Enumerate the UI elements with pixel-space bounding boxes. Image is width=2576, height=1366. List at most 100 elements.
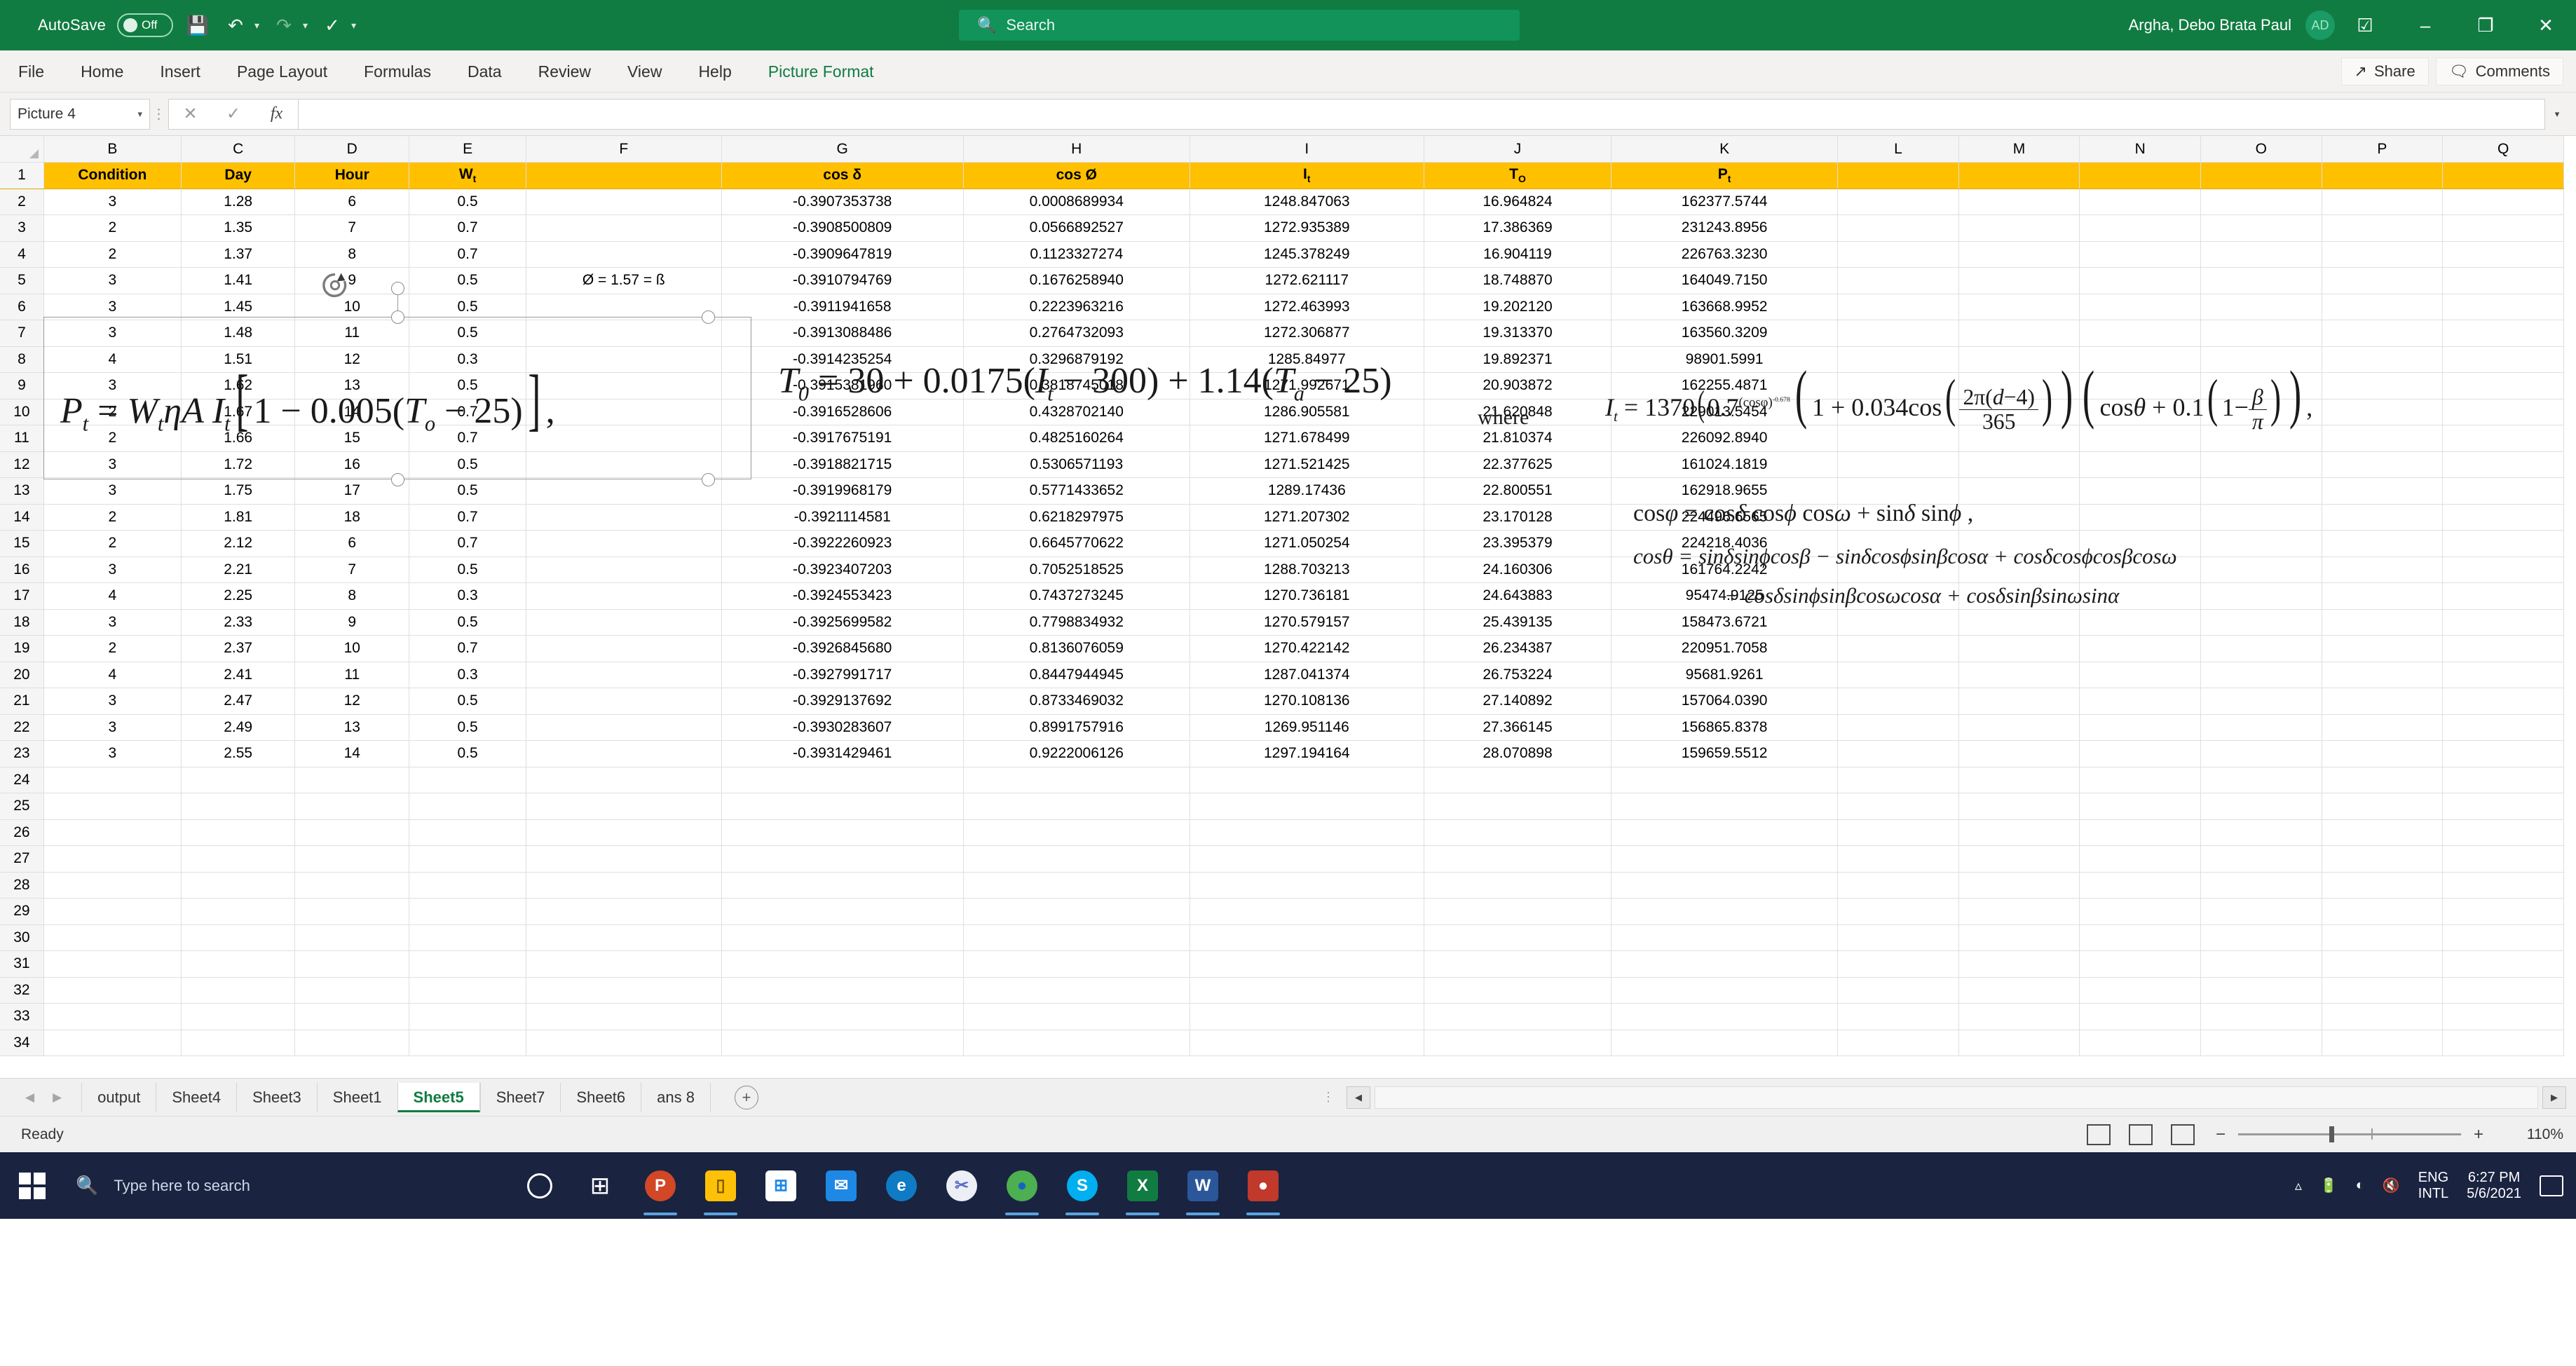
cell-M26[interactable] xyxy=(1958,819,2080,846)
cell-M5[interactable] xyxy=(1958,268,2080,294)
cell-H29[interactable] xyxy=(963,899,1190,925)
cell-P33[interactable] xyxy=(2322,1004,2443,1030)
cell-N24[interactable] xyxy=(2080,767,2201,793)
cell-G21[interactable]: -0.3929137692 xyxy=(721,688,963,715)
cell-Q8[interactable] xyxy=(2443,346,2564,373)
cell-H24[interactable] xyxy=(963,767,1190,793)
cell-C15[interactable]: 2.12 xyxy=(181,531,295,557)
cell-E3[interactable]: 0.7 xyxy=(409,215,526,242)
row-header[interactable]: 18 xyxy=(0,609,43,636)
tab-data[interactable]: Data xyxy=(449,50,520,93)
page-layout-view-icon[interactable] xyxy=(2129,1124,2153,1145)
cell-Q18[interactable] xyxy=(2443,609,2564,636)
row-header[interactable]: 25 xyxy=(0,793,43,820)
cell-G14[interactable]: -0.3921114581 xyxy=(721,504,963,531)
cell-N12[interactable] xyxy=(2080,451,2201,478)
tab-picture-format[interactable]: Picture Format xyxy=(750,50,892,93)
cell-M19[interactable] xyxy=(1958,636,2080,662)
header-cell-O1[interactable] xyxy=(2200,163,2322,189)
sheet-tab-sheet7[interactable]: Sheet7 xyxy=(480,1083,561,1112)
cell-O7[interactable] xyxy=(2200,320,2322,347)
cell-C17[interactable]: 2.25 xyxy=(181,583,295,610)
row-header[interactable]: 2 xyxy=(0,189,43,215)
spreadsheet-grid[interactable]: B C D E F G H I J K L M N O P Q 1Conditi… xyxy=(0,136,2576,1078)
table-row[interactable]: 29 xyxy=(0,899,2564,925)
cell-C34[interactable] xyxy=(181,1030,295,1056)
cell-B32[interactable] xyxy=(43,977,181,1004)
zoom-in-button[interactable]: + xyxy=(2471,1125,2486,1145)
col-header-J[interactable]: J xyxy=(1424,136,1611,163)
cell-H33[interactable] xyxy=(963,1004,1190,1030)
cell-B15[interactable]: 2 xyxy=(43,531,181,557)
cell-D26[interactable] xyxy=(295,819,409,846)
cell-J21[interactable]: 27.140892 xyxy=(1424,688,1611,715)
cell-J9[interactable]: 20.903872 xyxy=(1424,373,1611,399)
cell-L28[interactable] xyxy=(1838,872,1959,899)
row-header[interactable]: 29 xyxy=(0,899,43,925)
row-header[interactable]: 17 xyxy=(0,583,43,610)
task-view-icon[interactable]: ⊞ xyxy=(580,1166,620,1206)
cell-E29[interactable] xyxy=(409,899,526,925)
table-row[interactable]: 25 xyxy=(0,793,2564,820)
cell-G29[interactable] xyxy=(721,899,963,925)
cell-B5[interactable]: 3 xyxy=(43,268,181,294)
cell-F17[interactable] xyxy=(526,583,721,610)
cell-O14[interactable] xyxy=(2200,504,2322,531)
cell-B2[interactable]: 3 xyxy=(43,189,181,215)
cell-J17[interactable]: 24.643883 xyxy=(1424,583,1611,610)
cell-L7[interactable] xyxy=(1838,320,1959,347)
cell-O17[interactable] xyxy=(2200,583,2322,610)
cell-M2[interactable] xyxy=(1958,189,2080,215)
resize-handle-bottom-middle[interactable] xyxy=(391,473,404,486)
cell-E28[interactable] xyxy=(409,872,526,899)
cell-M3[interactable] xyxy=(1958,215,2080,242)
cell-O20[interactable] xyxy=(2200,662,2322,688)
cell-F34[interactable] xyxy=(526,1030,721,1056)
cell-G31[interactable] xyxy=(721,951,963,978)
scrollbar-split-handle[interactable]: ⋮ xyxy=(1315,1090,1342,1105)
taskbar-search-box[interactable]: 🔍 Type here to search xyxy=(64,1175,499,1196)
cell-E13[interactable]: 0.5 xyxy=(409,478,526,505)
cell-C16[interactable]: 2.21 xyxy=(181,556,295,583)
row-header[interactable]: 15 xyxy=(0,531,43,557)
cell-Q19[interactable] xyxy=(2443,636,2564,662)
row-header[interactable]: 32 xyxy=(0,977,43,1004)
cell-F29[interactable] xyxy=(526,899,721,925)
cell-N18[interactable] xyxy=(2080,609,2201,636)
cell-P15[interactable] xyxy=(2322,531,2443,557)
cell-M13[interactable] xyxy=(1958,478,2080,505)
cell-F10[interactable] xyxy=(526,399,721,425)
row-header[interactable]: 4 xyxy=(0,241,43,268)
cell-O2[interactable] xyxy=(2200,189,2322,215)
row-header[interactable]: 19 xyxy=(0,636,43,662)
header-cell-C1[interactable]: Day xyxy=(181,163,295,189)
cell-N21[interactable] xyxy=(2080,688,2201,715)
cell-B20[interactable]: 4 xyxy=(43,662,181,688)
cell-I32[interactable] xyxy=(1190,977,1424,1004)
row-header[interactable]: 7 xyxy=(0,320,43,347)
cell-I21[interactable]: 1270.108136 xyxy=(1190,688,1424,715)
cell-D24[interactable] xyxy=(295,767,409,793)
cell-J18[interactable]: 25.439135 xyxy=(1424,609,1611,636)
cell-E20[interactable]: 0.3 xyxy=(409,662,526,688)
header-cell-G1[interactable]: cos δ xyxy=(721,163,963,189)
sheet-tab-sheet3[interactable]: Sheet3 xyxy=(236,1083,317,1112)
cell-Q30[interactable] xyxy=(2443,924,2564,951)
cell-D4[interactable]: 8 xyxy=(295,241,409,268)
table-row[interactable]: 33 xyxy=(0,1004,2564,1030)
row-header[interactable]: 22 xyxy=(0,714,43,741)
cell-L6[interactable] xyxy=(1838,294,1959,320)
cell-I2[interactable]: 1248.847063 xyxy=(1190,189,1424,215)
normal-view-icon[interactable] xyxy=(2087,1124,2111,1145)
minimize-button[interactable]: – xyxy=(2395,0,2455,50)
cell-G22[interactable]: -0.3930283607 xyxy=(721,714,963,741)
cell-C33[interactable] xyxy=(181,1004,295,1030)
cell-C24[interactable] xyxy=(181,767,295,793)
cell-B17[interactable]: 4 xyxy=(43,583,181,610)
cell-P29[interactable] xyxy=(2322,899,2443,925)
zoom-slider-knob[interactable] xyxy=(2329,1126,2334,1142)
cell-J28[interactable] xyxy=(1424,872,1611,899)
cell-F9[interactable] xyxy=(526,373,721,399)
cell-P2[interactable] xyxy=(2322,189,2443,215)
cell-B31[interactable] xyxy=(43,951,181,978)
